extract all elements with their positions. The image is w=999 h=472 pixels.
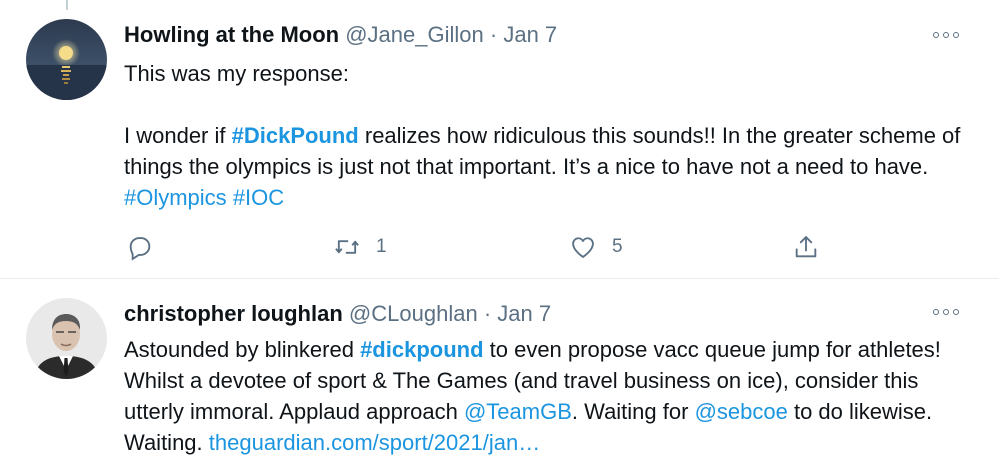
separator: · (483, 301, 492, 326)
separator: · (489, 22, 498, 47)
like-button[interactable]: 5 (569, 232, 623, 262)
avatar[interactable] (26, 19, 107, 100)
tweet-text-segment: . Waiting for (571, 399, 695, 424)
tweet-header: Howling at the Moon @Jane_Gillon · Jan 7 (124, 21, 557, 49)
avatar[interactable] (26, 298, 107, 379)
tweet-text-paragraph: Astounded by blinkered #dickpound to eve… (124, 334, 974, 458)
hashtag-link[interactable]: #Olympics (124, 185, 227, 210)
share-icon (795, 236, 817, 258)
share-button[interactable] (792, 232, 820, 262)
heart-icon (572, 237, 594, 258)
handle[interactable]: @Jane_Gillon (345, 22, 484, 47)
tweet-text: This was my response: I wonder if #DickP… (124, 58, 974, 213)
tweet-text-line: This was my response: (124, 61, 349, 86)
display-name[interactable]: christopher loughlan (124, 301, 343, 326)
reply-icon (129, 237, 151, 261)
more-options-icon[interactable] (933, 30, 959, 40)
retweet-icon (335, 240, 359, 254)
hashtag-link[interactable]: #dickpound (360, 337, 483, 362)
tweet-divider (0, 278, 999, 279)
tweet-text-paragraph: I wonder if #DickPound realizes how ridi… (124, 120, 974, 213)
more-options-icon[interactable] (933, 307, 959, 317)
handle[interactable]: @CLoughlan (349, 301, 478, 326)
url-link[interactable]: theguardian.com/sport/2021/jan… (209, 430, 540, 455)
mention-link[interactable]: @TeamGB (464, 399, 572, 424)
tweet-header: christopher loughlan @CLoughlan · Jan 7 (124, 300, 551, 328)
mention-link[interactable]: @sebcoe (695, 399, 788, 424)
retweet-count: 1 (376, 236, 387, 257)
tweet-text: Astounded by blinkered #dickpound to eve… (124, 334, 974, 458)
tweet-actions: 1 5 (124, 232, 844, 262)
tweet[interactable]: christopher loughlan @CLoughlan · Jan 7 … (0, 280, 999, 472)
retweet-button[interactable]: 1 (333, 232, 387, 262)
timestamp[interactable]: Jan 7 (503, 22, 557, 47)
tweet[interactable]: Howling at the Moon @Jane_Gillon · Jan 7… (0, 0, 999, 278)
timestamp[interactable]: Jan 7 (497, 301, 551, 326)
reply-button[interactable] (126, 232, 154, 262)
hashtag-link[interactable]: #DickPound (232, 123, 359, 148)
tweet-text-segment: Astounded by blinkered (124, 337, 361, 362)
hashtag-link[interactable]: #IOC (233, 185, 284, 210)
display-name[interactable]: Howling at the Moon (124, 22, 339, 47)
tweet-text-segment: I wonder if (124, 123, 232, 148)
like-count: 5 (612, 236, 623, 257)
